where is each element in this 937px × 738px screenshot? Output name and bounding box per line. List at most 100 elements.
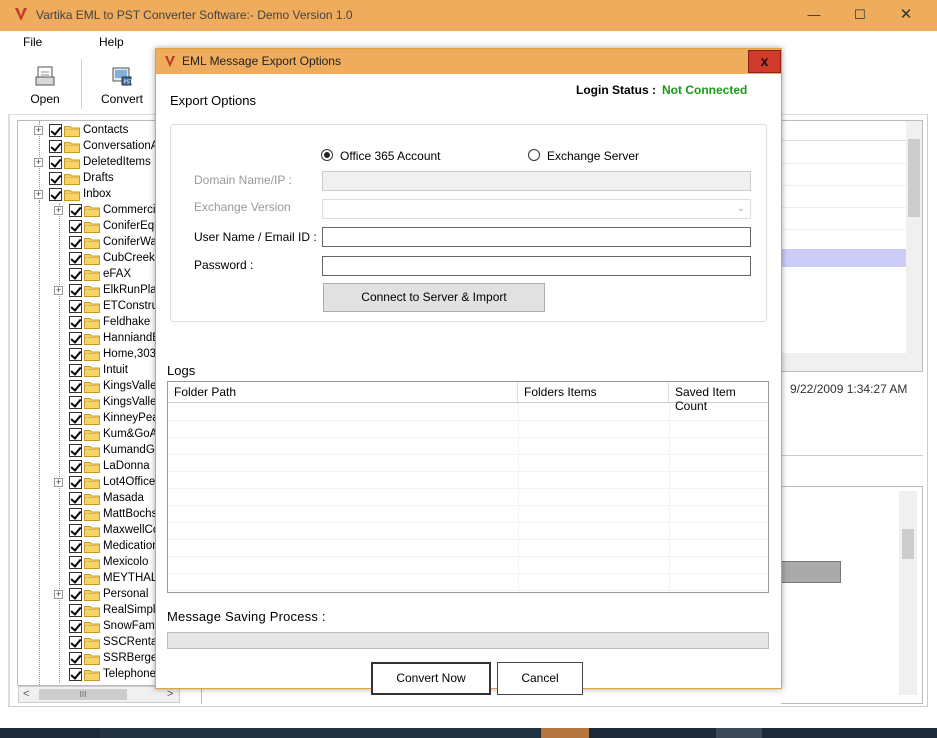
folder-checkbox[interactable] bbox=[69, 668, 82, 681]
folder-checkbox[interactable] bbox=[69, 364, 82, 377]
folder-checkbox[interactable] bbox=[69, 604, 82, 617]
expand-toggle-icon[interactable]: + bbox=[34, 126, 43, 135]
taskbar-active-app[interactable] bbox=[541, 728, 589, 738]
cancel-button[interactable]: Cancel bbox=[497, 662, 583, 695]
folder-icon bbox=[64, 189, 80, 201]
expand-toggle-icon[interactable]: + bbox=[34, 158, 43, 167]
folder-checkbox[interactable] bbox=[69, 236, 82, 249]
folder-icon bbox=[84, 205, 100, 217]
folder-checkbox[interactable] bbox=[69, 204, 82, 217]
folder-checkbox[interactable] bbox=[69, 572, 82, 585]
tree-item-label: Intuit bbox=[103, 364, 128, 376]
folder-checkbox[interactable] bbox=[69, 396, 82, 409]
folder-checkbox[interactable] bbox=[49, 124, 62, 137]
domain-input[interactable] bbox=[322, 171, 751, 191]
folder-checkbox[interactable] bbox=[69, 492, 82, 505]
tree-item-label: Masada bbox=[103, 492, 144, 504]
exchange-server-radio[interactable] bbox=[528, 149, 540, 161]
folder-checkbox[interactable] bbox=[69, 652, 82, 665]
open-icon bbox=[35, 66, 55, 86]
maximize-button[interactable]: ☐ bbox=[837, 0, 883, 31]
dialog-close-button[interactable]: x bbox=[748, 50, 781, 73]
folder-checkbox[interactable] bbox=[49, 172, 62, 185]
folder-checkbox[interactable] bbox=[69, 636, 82, 649]
menu-help[interactable]: Help bbox=[99, 35, 124, 49]
folder-checkbox[interactable] bbox=[69, 508, 82, 521]
username-label: User Name / Email ID : bbox=[194, 230, 317, 244]
folder-checkbox[interactable] bbox=[69, 444, 82, 457]
taskbar-area bbox=[100, 728, 540, 738]
tree-item-label: MattBochsl bbox=[103, 508, 160, 520]
expand-toggle-icon[interactable]: + bbox=[54, 206, 63, 215]
folder-checkbox[interactable] bbox=[49, 140, 62, 153]
folder-icon bbox=[84, 589, 100, 601]
expand-toggle-icon[interactable]: + bbox=[54, 286, 63, 295]
office365-radio-label[interactable]: Office 365 Account bbox=[340, 149, 441, 163]
convert-button[interactable]: PST Convert bbox=[92, 59, 152, 109]
minimize-button[interactable]: — bbox=[791, 0, 837, 31]
username-input[interactable] bbox=[322, 227, 751, 247]
exchange-server-radio-label[interactable]: Exchange Server bbox=[547, 149, 639, 163]
message-list-pane bbox=[780, 120, 923, 372]
os-taskbar bbox=[0, 728, 937, 738]
folder-checkbox[interactable] bbox=[69, 476, 82, 489]
folder-checkbox[interactable] bbox=[69, 412, 82, 425]
message-list-vertical-scrollbar[interactable] bbox=[906, 121, 922, 353]
folder-icon bbox=[84, 221, 100, 233]
folder-checkbox[interactable] bbox=[69, 252, 82, 265]
folder-checkbox[interactable] bbox=[49, 156, 62, 169]
folder-checkbox[interactable] bbox=[69, 428, 82, 441]
scroll-thumb[interactable] bbox=[908, 139, 920, 217]
office365-radio[interactable] bbox=[321, 149, 333, 161]
folder-checkbox[interactable] bbox=[69, 332, 82, 345]
message-list-horizontal-scrollbar[interactable] bbox=[781, 353, 922, 371]
scroll-right-arrow[interactable]: > bbox=[167, 688, 173, 700]
close-window-button[interactable]: ✕ bbox=[883, 0, 929, 31]
taskbar-app[interactable] bbox=[716, 728, 762, 738]
folder-icon bbox=[64, 157, 80, 169]
tree-item-label: LaDonna bbox=[103, 460, 150, 472]
folder-checkbox[interactable] bbox=[49, 188, 62, 201]
dialog-body: Export Options Login Status : Not Connec… bbox=[156, 74, 781, 695]
folder-checkbox[interactable] bbox=[69, 300, 82, 313]
folder-checkbox[interactable] bbox=[69, 316, 82, 329]
folder-checkbox[interactable] bbox=[69, 268, 82, 281]
folder-checkbox[interactable] bbox=[69, 620, 82, 633]
folder-icon bbox=[64, 141, 80, 153]
list-row-divider bbox=[781, 185, 906, 186]
folder-checkbox[interactable] bbox=[69, 284, 82, 297]
message-body-vertical-scrollbar[interactable] bbox=[899, 491, 917, 695]
open-button[interactable]: Open bbox=[15, 59, 75, 109]
selected-message-row[interactable] bbox=[781, 249, 906, 267]
scroll-left-arrow[interactable]: < bbox=[23, 688, 29, 700]
exchange-version-select[interactable]: ⌄ bbox=[322, 199, 751, 219]
tree-item-label: Home,3036 bbox=[103, 348, 163, 360]
expand-toggle-icon[interactable]: + bbox=[54, 590, 63, 599]
logs-row-divider bbox=[168, 556, 768, 557]
password-input[interactable] bbox=[322, 256, 751, 276]
scroll-thumb[interactable] bbox=[902, 529, 914, 559]
folder-checkbox[interactable] bbox=[69, 220, 82, 233]
connect-import-button[interactable]: Connect to Server & Import bbox=[323, 283, 545, 312]
folder-icon bbox=[84, 269, 100, 281]
logs-column-divider bbox=[669, 403, 670, 592]
folder-checkbox[interactable] bbox=[69, 348, 82, 361]
convert-now-button[interactable]: Convert Now bbox=[371, 662, 491, 695]
logs-header-folder-path: Folder Path bbox=[168, 382, 518, 403]
folder-checkbox[interactable] bbox=[69, 588, 82, 601]
list-row-divider bbox=[781, 229, 906, 230]
folder-checkbox[interactable] bbox=[69, 460, 82, 473]
expand-toggle-icon[interactable]: + bbox=[34, 190, 43, 199]
folder-checkbox[interactable] bbox=[69, 380, 82, 393]
tree-item-label: KumandGo bbox=[103, 444, 162, 456]
folder-icon bbox=[84, 253, 100, 265]
folder-checkbox[interactable] bbox=[69, 524, 82, 537]
menu-file[interactable]: File bbox=[23, 35, 42, 49]
scroll-thumb[interactable]: III bbox=[39, 689, 127, 700]
dialog-logo-icon bbox=[165, 56, 175, 67]
folder-checkbox[interactable] bbox=[69, 556, 82, 569]
folder-icon bbox=[84, 461, 100, 473]
domain-label: Domain Name/IP : bbox=[194, 173, 292, 187]
folder-checkbox[interactable] bbox=[69, 540, 82, 553]
expand-toggle-icon[interactable]: + bbox=[54, 478, 63, 487]
